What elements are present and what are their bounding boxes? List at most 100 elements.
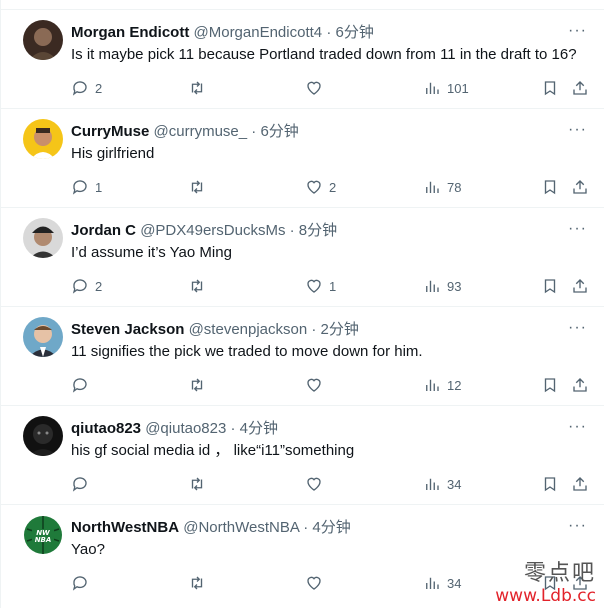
bookmark-icon	[544, 477, 556, 492]
reply-button[interactable]: 2	[71, 78, 102, 98]
tweet[interactable]: Jordan C @PDX49ersDucksMs · 8分钟 ··· I’d …	[1, 208, 604, 307]
bookmark-icon	[544, 279, 556, 294]
more-options-button[interactable]: ···	[568, 120, 587, 140]
timestamp[interactable]: 2分钟	[321, 321, 359, 338]
tweet[interactable]: Morgan Endicott @MorganEndicott4 · 6分钟 ·…	[1, 10, 604, 109]
avatar[interactable]	[23, 119, 63, 159]
like-count: 1	[329, 278, 337, 294]
tweet[interactable]: CurryMuse @currymuse_ · 6分钟 ··· His girl…	[1, 109, 604, 208]
bookmark-button[interactable]	[541, 474, 559, 494]
bookmark-button[interactable]	[541, 78, 559, 98]
views-button[interactable]: 34	[423, 474, 461, 494]
timestamp[interactable]: 6分钟	[260, 123, 298, 140]
like-button[interactable]: 2	[305, 177, 336, 197]
tweet-header: qiutao823 @qiutao823 · 4分钟	[71, 419, 565, 439]
svg-text:NBA: NBA	[35, 536, 52, 544]
timestamp[interactable]: 8分钟	[299, 222, 337, 239]
tweet-text: 11 signifies the pick we traded to move …	[71, 343, 423, 360]
views-button[interactable]: 12	[423, 375, 461, 395]
display-name[interactable]: Jordan C	[71, 222, 136, 239]
views-button[interactable]: 93	[423, 276, 461, 296]
tweet-feed: Morgan Endicott @MorganEndicott4 · 6分钟 ·…	[0, 0, 604, 608]
tweet-header: Morgan Endicott @MorganEndicott4 · 6分钟	[71, 23, 565, 43]
more-options-button[interactable]: ···	[568, 219, 587, 239]
bookmark-button[interactable]	[541, 177, 559, 197]
timestamp[interactable]: 6分钟	[335, 24, 373, 41]
reply-icon	[72, 477, 87, 492]
separator: ·	[289, 222, 295, 239]
more-options-button[interactable]: ···	[568, 516, 587, 536]
avatar[interactable]: NW NBA	[23, 515, 63, 555]
reply-button[interactable]	[71, 375, 95, 395]
reply-button[interactable]: 1	[71, 177, 102, 197]
like-button[interactable]	[305, 573, 329, 593]
share-button[interactable]	[571, 573, 589, 593]
user-handle[interactable]: @qiutao823	[145, 420, 226, 437]
views-icon	[426, 478, 439, 490]
avatar[interactable]	[23, 416, 63, 456]
timestamp[interactable]: 4分钟	[240, 420, 278, 437]
reply-button[interactable]	[71, 573, 95, 593]
more-options-button[interactable]: ···	[568, 318, 587, 338]
reply-icon	[72, 81, 87, 96]
share-button[interactable]	[571, 177, 589, 197]
reply-button[interactable]	[71, 474, 95, 494]
view-count: 34	[447, 476, 462, 492]
share-button[interactable]	[571, 78, 589, 98]
display-name[interactable]: Morgan Endicott	[71, 24, 189, 41]
tweet[interactable]: qiutao823 @qiutao823 · 4分钟 ··· his gf so…	[1, 406, 604, 505]
avatar[interactable]	[23, 218, 63, 258]
share-icon	[573, 477, 587, 491]
views-button[interactable]: 34	[423, 573, 461, 593]
share-button[interactable]	[571, 375, 589, 395]
tweet-text: Is it maybe pick 11 because Portland tra…	[71, 46, 577, 63]
avatar[interactable]	[23, 317, 63, 357]
avatar[interactable]	[23, 20, 63, 60]
timestamp[interactable]: 4分钟	[312, 519, 350, 536]
retweet-button[interactable]	[188, 573, 212, 593]
share-icon	[573, 279, 587, 293]
views-button[interactable]: 101	[423, 78, 469, 98]
bookmark-button[interactable]	[541, 375, 559, 395]
retweet-button[interactable]	[188, 78, 212, 98]
bookmark-button[interactable]	[541, 276, 559, 296]
retweet-icon	[191, 477, 203, 491]
views-button[interactable]: 78	[423, 177, 461, 197]
retweet-button[interactable]	[188, 474, 212, 494]
share-button[interactable]	[571, 276, 589, 296]
like-button[interactable]: 1	[305, 276, 336, 296]
like-button[interactable]	[305, 78, 329, 98]
separator: ·	[230, 420, 236, 437]
retweet-icon	[191, 576, 203, 590]
share-icon	[573, 576, 587, 590]
user-handle[interactable]: @MorganEndicott4	[194, 24, 323, 41]
display-name[interactable]: CurryMuse	[71, 123, 149, 140]
tweet[interactable]: Steven Jackson @stevenpjackson · 2分钟 ···…	[1, 307, 604, 406]
reply-button[interactable]: 2	[71, 276, 102, 296]
share-button[interactable]	[571, 474, 589, 494]
bookmark-icon	[544, 378, 556, 393]
action-bar: 12	[71, 375, 593, 395]
like-button[interactable]	[305, 474, 329, 494]
display-name[interactable]: Steven Jackson	[71, 321, 184, 338]
more-options-button[interactable]: ···	[568, 21, 587, 41]
action-bar: 34	[71, 474, 593, 494]
tweet[interactable]: NW NBA NorthWestNBA @NorthWestNBA · 4分钟 …	[1, 505, 604, 604]
retweet-button[interactable]	[188, 177, 212, 197]
display-name[interactable]: qiutao823	[71, 420, 141, 437]
user-handle[interactable]: @currymuse_	[154, 123, 248, 140]
tweet-text: Yao?	[71, 541, 105, 558]
user-handle[interactable]: @stevenpjackson	[189, 321, 308, 338]
bookmark-button[interactable]	[541, 573, 559, 593]
display-name[interactable]: NorthWestNBA	[71, 519, 179, 536]
user-handle[interactable]: @NorthWestNBA	[183, 519, 299, 536]
action-bar: 34	[71, 573, 593, 593]
more-options-button[interactable]: ···	[568, 417, 587, 437]
tweet-text: I’d assume it’s Yao Ming	[71, 244, 232, 261]
share-icon	[573, 81, 587, 95]
retweet-button[interactable]	[188, 375, 212, 395]
retweet-button[interactable]	[188, 276, 212, 296]
like-button[interactable]	[305, 375, 329, 395]
retweet-icon	[191, 279, 203, 293]
user-handle[interactable]: @PDX49ersDucksMs	[140, 222, 285, 239]
